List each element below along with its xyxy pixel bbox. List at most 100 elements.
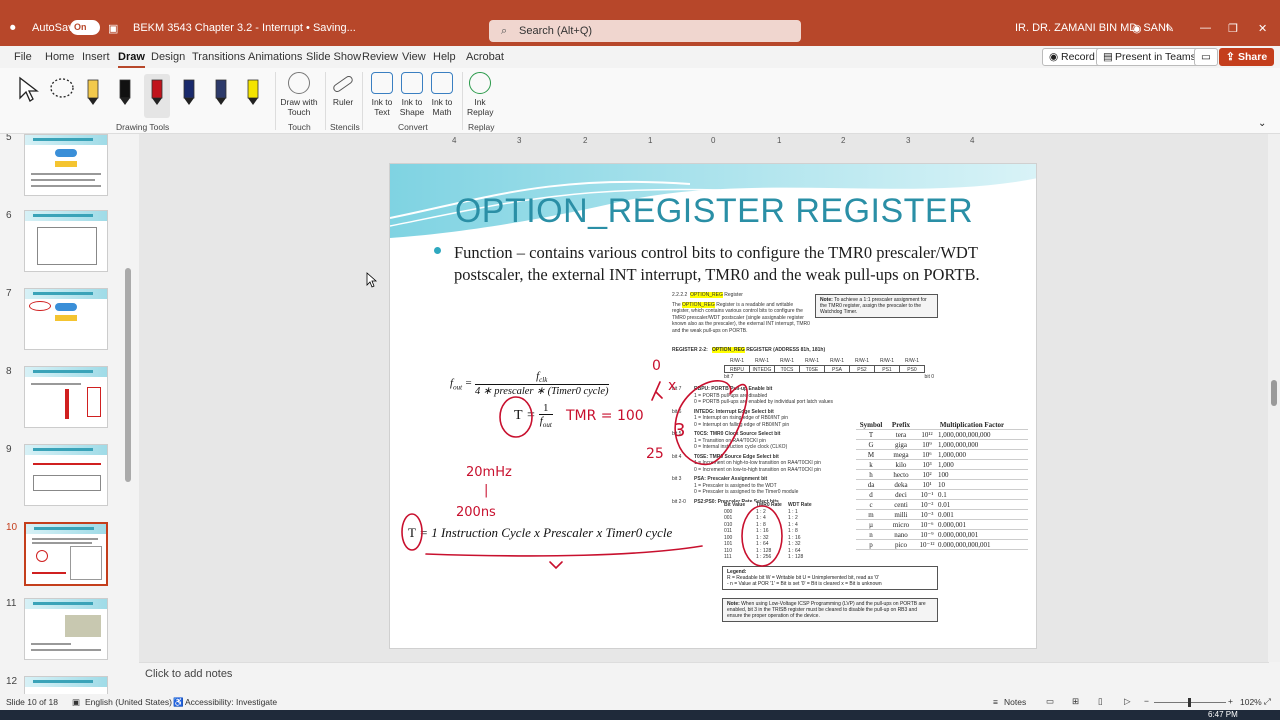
record-icon: ◉: [1049, 51, 1059, 63]
ink-to-math-button[interactable]: Ink to Math: [428, 72, 456, 117]
tab-view[interactable]: View: [402, 51, 426, 63]
canvas-scrollbar[interactable]: [1268, 134, 1280, 662]
search-icon: ⌕: [501, 25, 508, 37]
present-in-teams-button[interactable]: ▤ Present in Teams: [1096, 48, 1203, 66]
tab-home[interactable]: Home: [45, 51, 74, 63]
convert-group-label: Convert: [398, 122, 428, 132]
ink-annotations: TMR = 100 20mHz | 200ns 0 x 3 25: [401, 358, 783, 570]
zoom-slider[interactable]: [1154, 698, 1226, 707]
tab-acrobat[interactable]: Acrobat: [466, 51, 504, 63]
share-icon: ⇪: [1226, 51, 1235, 63]
ink-note-frequency: 20mHz: [466, 465, 512, 480]
tab-draw[interactable]: Draw: [118, 51, 145, 68]
svg-text:|: |: [484, 483, 488, 498]
fit-to-window-icon[interactable]: ⤢: [1264, 696, 1271, 707]
draw-with-touch-button[interactable]: Draw with Touch: [280, 72, 318, 117]
ink-to-shape-icon: [401, 72, 423, 94]
vertical-ruler: [140, 163, 152, 643]
avatar[interactable]: ◉: [1132, 22, 1142, 35]
record-button[interactable]: ◉ Record: [1042, 48, 1102, 66]
pen-icon[interactable]: ✎: [1165, 22, 1174, 35]
scrollbar-thumb[interactable]: [1271, 380, 1277, 406]
comments-button[interactable]: ▭: [1194, 48, 1218, 66]
ink-note-25: 25: [646, 446, 664, 462]
lasso-tool-icon[interactable]: [48, 74, 74, 106]
ink-note-zero: 0: [652, 358, 661, 374]
current-slide[interactable]: OPTION_REGISTER REGISTER Function – cont…: [389, 163, 1037, 649]
accessibility-status[interactable]: Accessibility: Investigate: [185, 697, 277, 707]
drawing-tools-label: Drawing Tools: [116, 122, 170, 132]
ink-replay-button[interactable]: Ink Replay: [467, 72, 493, 117]
document-title[interactable]: BEKM 3543 Chapter 3.2 - Interrupt • Savi…: [133, 22, 356, 34]
tab-file[interactable]: File: [14, 51, 32, 63]
thumbnail-scrollbar[interactable]: [124, 136, 132, 688]
tab-transitions[interactable]: Transitions: [192, 51, 245, 63]
thumb-number: 12: [6, 676, 18, 687]
title-bar: ⏺ AutoSave On ▣ BEKM 3543 Chapter 3.2 - …: [0, 0, 1280, 46]
tab-animations[interactable]: Animations: [248, 51, 302, 63]
ink-to-math-icon: [431, 72, 453, 94]
highlighter-gold-icon[interactable]: [80, 74, 106, 106]
zoom-slider-thumb[interactable]: [1188, 698, 1191, 707]
highlighter-yellow-icon[interactable]: [240, 74, 266, 106]
notes-toggle[interactable]: Notes: [1004, 697, 1026, 707]
normal-view-icon[interactable]: ▭: [1046, 696, 1054, 707]
stencils-group-label: Stencils: [330, 122, 360, 132]
zoom-out-icon[interactable]: −: [1144, 696, 1149, 706]
spellcheck-icon[interactable]: ▣: [72, 697, 80, 708]
slide-thumbnail-5[interactable]: [24, 134, 108, 196]
pen-navy-icon[interactable]: [176, 74, 202, 106]
accessibility-icon: ♿: [173, 697, 184, 707]
notes-pane[interactable]: Click to add notes: [139, 662, 1269, 684]
slide-thumbnail-7[interactable]: [24, 288, 108, 350]
thumb-number: 7: [6, 288, 12, 299]
slide-thumbnail-11[interactable]: [24, 598, 108, 660]
pen-red-icon[interactable]: [144, 74, 170, 118]
ink-to-shape-button[interactable]: Ink to Shape: [398, 72, 426, 117]
slide-thumbnail-9[interactable]: [24, 444, 108, 506]
taskbar-clock: 6:47 PM: [1208, 710, 1238, 719]
tab-slide-show[interactable]: Slide Show: [306, 51, 361, 63]
zoom-in-icon[interactable]: +: [1228, 696, 1233, 706]
scrollbar-thumb[interactable]: [125, 268, 131, 482]
ink-note-three: 3: [674, 420, 685, 441]
collapse-ribbon-icon[interactable]: ⌄: [1258, 118, 1266, 129]
restore-icon[interactable]: ❐: [1228, 22, 1238, 35]
slide-counter: Slide 10 of 18: [6, 697, 58, 707]
slide-thumbnail-6[interactable]: [24, 210, 108, 272]
user-name[interactable]: IR. DR. ZAMANI BIN MD. SANI: [1015, 22, 1169, 34]
divider: [362, 72, 363, 130]
divider: [462, 72, 463, 130]
reading-view-icon[interactable]: ▯: [1098, 696, 1103, 707]
zoom-level[interactable]: 102%: [1240, 697, 1262, 707]
minimize-icon[interactable]: —: [1200, 22, 1211, 34]
pen-black-icon[interactable]: [112, 74, 138, 106]
language-indicator[interactable]: English (United States): [85, 697, 172, 707]
slide-sorter-icon[interactable]: ⊞: [1072, 696, 1079, 707]
slide-thumbnail-8[interactable]: [24, 366, 108, 428]
thumb-number: 11: [6, 598, 17, 609]
close-icon[interactable]: ✕: [1258, 22, 1267, 35]
mouse-cursor-icon: [366, 272, 378, 288]
thumb-number-selected: 10: [6, 522, 18, 533]
touch-icon: [288, 72, 310, 94]
tab-insert[interactable]: Insert: [82, 51, 110, 63]
select-tool-icon[interactable]: [16, 74, 42, 106]
tab-help[interactable]: Help: [433, 51, 456, 63]
slide-thumbnail-10[interactable]: [24, 522, 108, 586]
search-box[interactable]: ⌕ Search (Alt+Q): [489, 20, 801, 42]
slideshow-icon[interactable]: ▷: [1124, 696, 1131, 707]
draw-ribbon: Drawing Tools Draw with Touch Touch Rule…: [0, 68, 1280, 134]
tab-review[interactable]: Review: [362, 51, 398, 63]
divider: [325, 72, 326, 130]
share-button[interactable]: ⇪ Share: [1219, 48, 1275, 66]
thumb-number: 8: [6, 366, 12, 377]
tab-design[interactable]: Design: [151, 51, 185, 63]
teams-icon: ▤: [1103, 51, 1113, 63]
autosave-toggle[interactable]: On: [70, 20, 100, 35]
ruler-button[interactable]: Ruler: [330, 72, 356, 107]
save-icon[interactable]: ▣: [108, 22, 118, 35]
pen-dark-blue-icon[interactable]: [208, 74, 234, 106]
slide-thumbnail-12[interactable]: [24, 676, 108, 694]
ink-to-text-button[interactable]: Ink to Text: [368, 72, 396, 117]
